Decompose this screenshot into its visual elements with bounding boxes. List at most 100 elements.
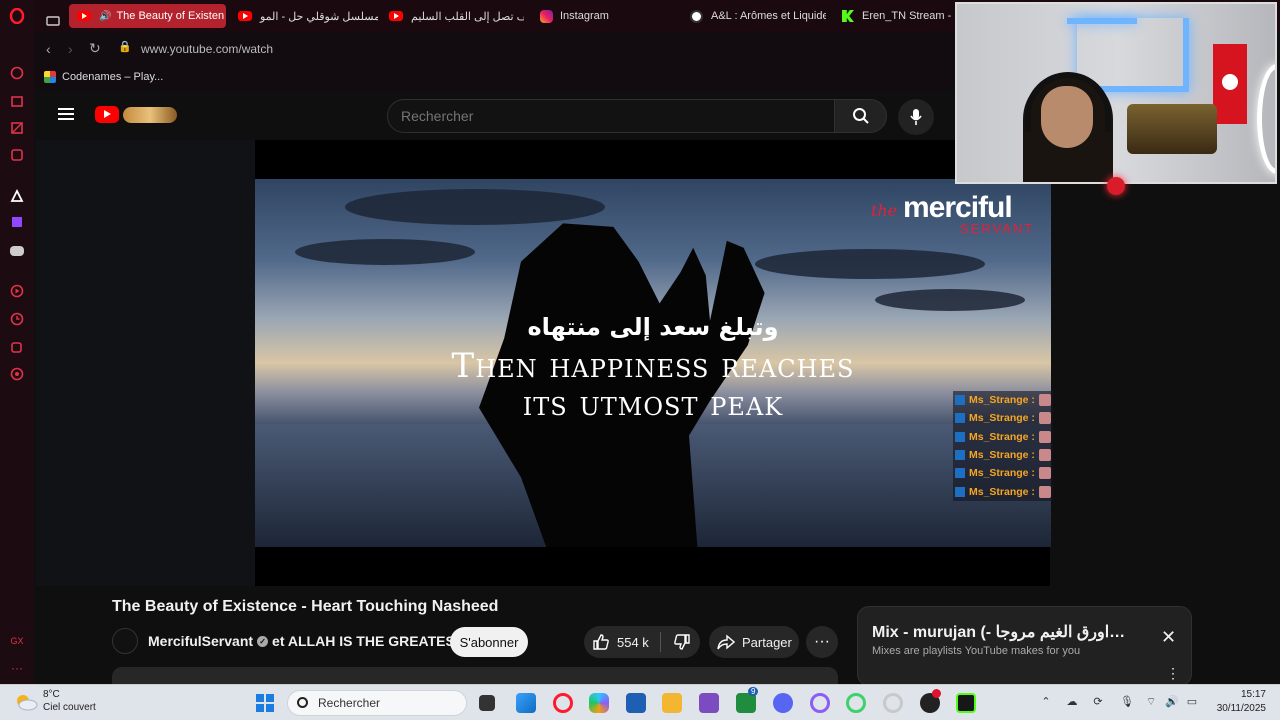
history-icon[interactable] [9, 311, 25, 327]
tab-label: Instagram [560, 10, 609, 22]
codenames-icon [44, 71, 56, 83]
channel-logo-servant: SERVANT [960, 221, 1035, 236]
clock-time[interactable]: 15:17 [1214, 689, 1266, 700]
dislike-button[interactable] [664, 626, 700, 658]
clock-date[interactable]: 30/11/2025 [1200, 703, 1266, 714]
youtube-logo-icon[interactable] [95, 106, 119, 123]
start-button[interactable] [256, 694, 274, 712]
kebab-menu-icon[interactable]: ⋮ [1166, 665, 1180, 682]
more-icon[interactable]: ··· [9, 660, 25, 676]
channel-name[interactable]: MercifulServant [148, 633, 253, 649]
tab-eren-stream[interactable]: Eren_TN Stream - W [842, 4, 954, 28]
aria-icon[interactable] [9, 93, 25, 109]
voice-search-button[interactable] [898, 99, 934, 135]
microsoft-store-icon[interactable] [626, 693, 646, 713]
tab-label: The Beauty of Existen [116, 10, 225, 22]
notification-badge: 9 [748, 687, 759, 696]
channel-logo-the: the [871, 201, 898, 220]
subscribe-button[interactable]: S'abonner [450, 627, 528, 657]
share-icon [717, 634, 735, 650]
channel-avatar[interactable] [112, 628, 138, 654]
badge-icon [955, 413, 965, 424]
volume-icon[interactable]: 🔊 [1165, 696, 1179, 708]
chat-user: Ms_Strange : [969, 485, 1035, 498]
tiktok-icon[interactable] [9, 188, 25, 204]
badge-icon [955, 395, 965, 406]
extension-icon[interactable] [9, 120, 25, 136]
emote-icon [1038, 449, 1051, 462]
youtube-icon [238, 11, 252, 21]
tab-heart[interactable]: كيف تصل إلى القلب السليم [389, 4, 524, 28]
player-icon[interactable] [9, 283, 25, 299]
copilot-icon[interactable] [589, 693, 609, 713]
messenger-icon[interactable] [9, 147, 25, 163]
wifi-icon[interactable]: ⌔ [1145, 696, 1157, 708]
url-field[interactable]: www.youtube.com/watch [141, 42, 273, 56]
task-view-icon[interactable] [479, 695, 495, 711]
tab-beauty-of-existence[interactable]: 🔊 The Beauty of Existen [69, 4, 226, 28]
tab-manager-icon[interactable] [46, 9, 60, 33]
onedrive-icon[interactable]: ☁ [1066, 696, 1078, 708]
extensions-puzzle-icon[interactable] [9, 339, 25, 355]
obs-icon[interactable] [920, 689, 941, 713]
battery-icon[interactable]: ▭ [1186, 696, 1198, 708]
opera-logo-icon[interactable] [9, 8, 25, 24]
weather-description[interactable]: Ciel couvert [43, 702, 96, 713]
taskbar-search[interactable]: Rechercher [287, 690, 467, 716]
doodle-bread-icon[interactable] [123, 107, 177, 123]
search-input[interactable] [388, 100, 834, 132]
twitch-icon[interactable] [9, 215, 25, 231]
opera-gx-icon[interactable] [810, 693, 830, 713]
widgets-icon[interactable] [516, 693, 536, 713]
microphone-icon[interactable]: 🎙 [1120, 696, 1134, 708]
discord-icon[interactable] [773, 693, 793, 713]
windows-taskbar: 8°C Ciel couvert Rechercher 9 ⌃ ☁ ⟳ 🎙 ⌔ … [0, 684, 1280, 720]
like-count: 554 k [617, 634, 649, 650]
tab-aromes[interactable]: A&L : Arômes et Liquide [690, 4, 826, 28]
share-button[interactable]: Partager [709, 626, 799, 658]
chevron-up-icon[interactable]: ⌃ [1040, 696, 1052, 708]
more-actions-icon[interactable]: ··· [806, 626, 838, 658]
bookmark-codenames[interactable]: Codenames – Play... [44, 71, 163, 83]
xbox-icon[interactable]: 9 [736, 687, 759, 713]
opera-crypto-icon[interactable] [883, 693, 903, 713]
weather-temperature[interactable]: 8°C [43, 689, 60, 700]
search-button[interactable] [834, 99, 887, 133]
speaker-icon[interactable]: 🔊 [99, 11, 111, 22]
file-explorer-icon[interactable] [662, 693, 682, 713]
tab-shawqli[interactable]: مسلسل شوقلي حل - المو [238, 4, 378, 28]
tab-label: كيف تصل إلى القلب السليم [411, 10, 524, 23]
close-icon[interactable]: ✕ [1161, 627, 1176, 648]
chat-user: Ms_Strange : [969, 394, 1035, 407]
tab-instagram[interactable]: Instagram [540, 4, 640, 28]
youtube-icon [389, 11, 403, 21]
recording-indicator [1107, 177, 1125, 195]
gx-icon[interactable]: GX [9, 633, 25, 649]
thumbs-down-icon [674, 634, 690, 650]
channel-collab[interactable]: et ALLAH IS THE GREATEST [272, 633, 463, 649]
video-frame[interactable]: the merciful SERVANT وتبلغ سعد إلى منتها… [255, 179, 1051, 547]
mix-subtitle: Mixes are playlists YouTube makes for yo… [872, 645, 1081, 657]
discord-icon[interactable] [9, 243, 25, 259]
back-icon[interactable]: ‹ [46, 41, 51, 57]
proton-icon[interactable] [699, 693, 719, 713]
kick-app-icon[interactable] [956, 693, 976, 713]
stream-chat-overlay: Ms_Strange : Ms_Strange : Ms_Strange : M… [953, 391, 1053, 501]
share-label: Partager [742, 634, 792, 650]
opera-icon[interactable] [553, 693, 573, 713]
shelf-decor [1127, 104, 1217, 154]
taskbar-search-label: Rechercher [318, 696, 381, 710]
opera-air-icon[interactable] [846, 693, 866, 713]
sync-icon[interactable]: ⟳ [1092, 696, 1104, 708]
lock-icon[interactable]: 🔒 [118, 40, 132, 53]
channel-logo-merciful: merciful [903, 191, 1013, 224]
reload-icon[interactable]: ↻ [89, 40, 101, 57]
speed-dial-icon[interactable] [9, 65, 25, 81]
cloudy-weather-icon[interactable] [14, 693, 38, 711]
menu-icon[interactable] [58, 108, 74, 120]
instagram-icon [540, 9, 553, 23]
settings-icon[interactable] [9, 366, 25, 382]
mix-title[interactable]: Mix - murujan (- اورق الغيم مروجا… [872, 622, 1142, 642]
like-button[interactable]: 554 k [584, 626, 658, 658]
chat-message: Ms_Strange : [953, 409, 1053, 428]
